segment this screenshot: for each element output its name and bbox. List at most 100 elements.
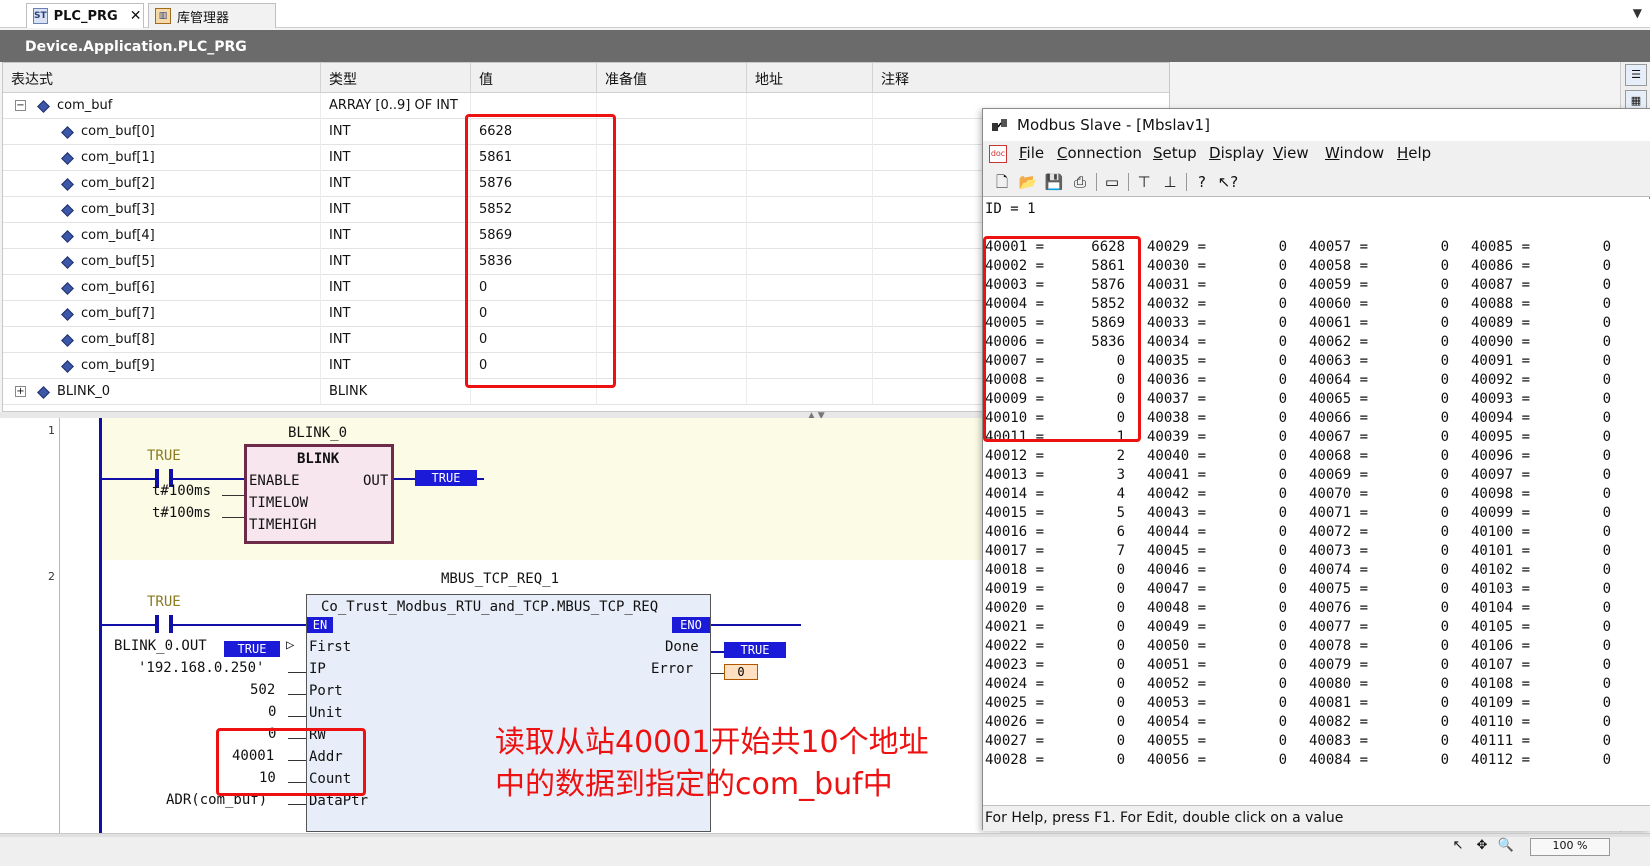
- register-value[interactable]: 0: [1389, 714, 1449, 730]
- register-value[interactable]: 0: [1551, 277, 1611, 293]
- zoom-level[interactable]: 100 %: [1530, 838, 1610, 856]
- register-value[interactable]: 0: [1389, 524, 1449, 540]
- register-value[interactable]: 0: [1227, 239, 1287, 255]
- register-value[interactable]: 7: [1065, 543, 1125, 559]
- connect-icon[interactable]: ⊤: [1133, 171, 1155, 193]
- cursor-icon[interactable]: ↖: [1448, 838, 1468, 858]
- register-value[interactable]: 0: [1551, 334, 1611, 350]
- help-icon[interactable]: ?: [1191, 171, 1213, 193]
- watch-cell-empty[interactable]: [597, 379, 747, 405]
- watch-cell-empty[interactable]: [597, 301, 747, 327]
- register-value[interactable]: 0: [1389, 600, 1449, 616]
- watch-cell-empty[interactable]: [747, 93, 873, 119]
- register-value[interactable]: 0: [1389, 752, 1449, 768]
- register-value[interactable]: 2: [1065, 448, 1125, 464]
- register-value[interactable]: 0: [1389, 733, 1449, 749]
- register-value[interactable]: 0: [1551, 619, 1611, 635]
- register-value[interactable]: 0: [1551, 486, 1611, 502]
- register-value[interactable]: 0: [1551, 657, 1611, 673]
- register-value[interactable]: 0: [1551, 676, 1611, 692]
- register-value[interactable]: 0: [1227, 676, 1287, 692]
- register-value[interactable]: 0: [1551, 258, 1611, 274]
- register-value[interactable]: 0: [1227, 714, 1287, 730]
- watch-cell-empty[interactable]: [597, 327, 747, 353]
- register-value[interactable]: 0: [1389, 258, 1449, 274]
- register-value[interactable]: 0: [1389, 505, 1449, 521]
- register-value[interactable]: 0: [1227, 752, 1287, 768]
- col-header-prepared-value[interactable]: 准备值: [597, 63, 747, 93]
- register-value[interactable]: 0: [1227, 467, 1287, 483]
- register-value[interactable]: 0: [1227, 505, 1287, 521]
- register-value[interactable]: 0: [1389, 657, 1449, 673]
- register-value[interactable]: 0: [1227, 486, 1287, 502]
- disconnect-icon[interactable]: ⊥: [1159, 171, 1181, 193]
- register-value[interactable]: 0: [1551, 638, 1611, 654]
- watch-cell-empty[interactable]: [597, 197, 747, 223]
- net2-instance-name[interactable]: MBUS_TCP_REQ_1: [441, 571, 559, 587]
- register-value[interactable]: 0: [1551, 391, 1611, 407]
- register-value[interactable]: 0: [1389, 486, 1449, 502]
- watch-cell-empty[interactable]: [747, 301, 873, 327]
- register-value[interactable]: 6: [1065, 524, 1125, 540]
- register-value[interactable]: 0: [1065, 657, 1125, 673]
- register-value[interactable]: 0: [1551, 315, 1611, 331]
- register-value[interactable]: 0: [1065, 619, 1125, 635]
- blink-function-block[interactable]: BLINK ENABLE TIMELOW TIMEHIGH OUT: [244, 444, 394, 544]
- register-value[interactable]: 0: [1065, 638, 1125, 654]
- register-value[interactable]: 0: [1227, 543, 1287, 559]
- watch-cell-empty[interactable]: [747, 379, 873, 405]
- menu-help[interactable]: Help: [1397, 144, 1431, 162]
- register-value[interactable]: 0: [1551, 429, 1611, 445]
- watch-cell-empty[interactable]: [747, 353, 873, 379]
- register-value[interactable]: 0: [1227, 258, 1287, 274]
- menu-setup[interactable]: Setup: [1153, 144, 1197, 162]
- zoom-icon[interactable]: 🔍: [1496, 838, 1516, 858]
- register-value[interactable]: 0: [1227, 410, 1287, 426]
- register-value[interactable]: 0: [1065, 733, 1125, 749]
- register-value[interactable]: 0: [1227, 695, 1287, 711]
- watch-cell-empty[interactable]: [597, 353, 747, 379]
- register-value[interactable]: 0: [1227, 277, 1287, 293]
- register-value[interactable]: 0: [1551, 410, 1611, 426]
- register-value[interactable]: 0: [1551, 581, 1611, 597]
- close-icon[interactable]: ✕: [130, 8, 142, 24]
- register-value[interactable]: 0: [1227, 429, 1287, 445]
- col-header-address[interactable]: 地址: [747, 63, 873, 93]
- register-value[interactable]: 0: [1389, 448, 1449, 464]
- net1-timelow-var[interactable]: t#100ms: [152, 483, 211, 499]
- modbus-slave-window[interactable]: Modbus Slave - [Mbslav1] doc File Connect…: [982, 108, 1650, 831]
- register-value[interactable]: 0: [1065, 562, 1125, 578]
- watch-cell-empty[interactable]: [747, 145, 873, 171]
- unit-input-var[interactable]: 0: [268, 704, 276, 720]
- register-value[interactable]: 0: [1551, 448, 1611, 464]
- register-value[interactable]: 0: [1551, 600, 1611, 616]
- register-value[interactable]: 0: [1227, 315, 1287, 331]
- col-header-value[interactable]: 值: [471, 63, 597, 93]
- register-value[interactable]: 0: [1227, 296, 1287, 312]
- register-value[interactable]: 0: [1389, 695, 1449, 711]
- register-value[interactable]: 0: [1227, 619, 1287, 635]
- register-value[interactable]: 0: [1227, 562, 1287, 578]
- register-value[interactable]: 5: [1065, 505, 1125, 521]
- register-value[interactable]: 0: [1389, 619, 1449, 635]
- register-value[interactable]: 0: [1227, 391, 1287, 407]
- register-value[interactable]: 0: [1227, 638, 1287, 654]
- register-value[interactable]: 0: [1389, 467, 1449, 483]
- watch-cell-empty[interactable]: [597, 171, 747, 197]
- register-value[interactable]: 0: [1065, 752, 1125, 768]
- register-value[interactable]: 0: [1389, 410, 1449, 426]
- register-value[interactable]: 0: [1551, 467, 1611, 483]
- watch-cell-empty[interactable]: [597, 249, 747, 275]
- watch-cell-empty[interactable]: [747, 327, 873, 353]
- net2-contact[interactable]: [155, 615, 173, 633]
- pan-icon[interactable]: ✥: [1472, 838, 1492, 858]
- menu-window[interactable]: Window: [1325, 144, 1384, 162]
- register-value[interactable]: 0: [1389, 239, 1449, 255]
- col-header-comment[interactable]: 注释: [873, 63, 1169, 93]
- context-help-icon[interactable]: ↖?: [1217, 171, 1239, 193]
- register-value[interactable]: 0: [1227, 448, 1287, 464]
- register-value[interactable]: 0: [1389, 315, 1449, 331]
- register-value[interactable]: 0: [1551, 562, 1611, 578]
- register-value[interactable]: 0: [1389, 353, 1449, 369]
- watch-cell-empty[interactable]: [597, 93, 747, 119]
